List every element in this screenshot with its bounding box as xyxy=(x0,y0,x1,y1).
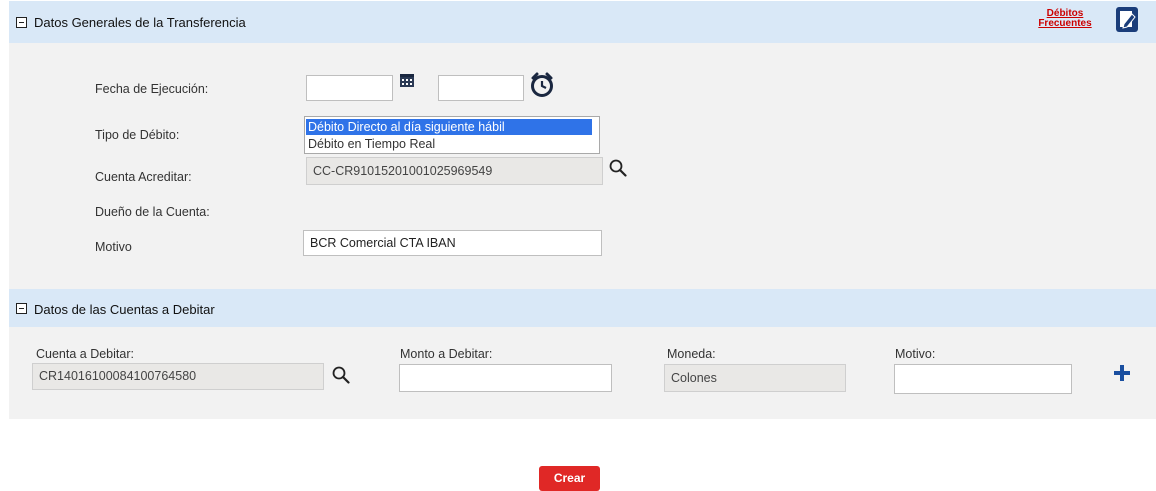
moneda-field: Colones xyxy=(664,364,846,392)
motivo-input[interactable]: BCR Comercial CTA IBAN xyxy=(303,230,602,256)
collapse-icon[interactable] xyxy=(16,17,27,28)
section-general-title: Datos Generales de la Transferencia xyxy=(34,15,246,30)
crear-button[interactable]: Crear xyxy=(539,466,600,491)
monto-debitar-input[interactable] xyxy=(399,364,612,392)
motivo-label: Motivo xyxy=(95,240,132,254)
search-icon[interactable] xyxy=(609,159,627,177)
debitos-frecuentes-line2: Frecuentes xyxy=(1038,18,1092,29)
cuenta-acreditar-label: Cuenta Acreditar: xyxy=(95,170,192,184)
cuenta-debitar-label: Cuenta a Debitar: xyxy=(36,347,134,361)
fecha-date-input[interactable] xyxy=(306,75,393,101)
fecha-time-input[interactable] xyxy=(438,75,524,101)
motivo-debitar-input[interactable] xyxy=(894,364,1072,394)
tipo-debito-option-2[interactable]: Débito en Tiempo Real xyxy=(306,136,437,152)
collapse-icon[interactable] xyxy=(16,303,27,314)
section-cuentas-title: Datos de las Cuentas a Debitar xyxy=(34,302,215,317)
moneda-label: Moneda: xyxy=(667,347,716,361)
fecha-label: Fecha de Ejecución: xyxy=(95,82,209,96)
dueno-cuenta-label: Dueño de la Cuenta: xyxy=(95,205,210,219)
cuenta-acreditar-field: CC-CR91015201001025969549 xyxy=(306,157,603,185)
monto-debitar-label: Monto a Debitar: xyxy=(400,347,493,361)
tipo-debito-label: Tipo de Débito: xyxy=(95,128,180,142)
cuenta-debitar-field: CR14016100084100764580 xyxy=(32,363,324,390)
calendar-icon[interactable] xyxy=(399,72,415,88)
add-icon[interactable] xyxy=(1113,364,1131,382)
clock-icon[interactable] xyxy=(530,72,554,98)
search-icon[interactable] xyxy=(332,366,350,384)
debitos-frecuentes-link[interactable]: Débitos Frecuentes xyxy=(1034,9,1096,29)
tipo-debito-listbox[interactable]: Débito Directo al día siguiente hábil Dé… xyxy=(304,116,600,154)
motivo-debitar-label: Motivo: xyxy=(895,347,936,361)
tipo-debito-option-1[interactable]: Débito Directo al día siguiente hábil xyxy=(306,119,592,135)
edit-note-icon[interactable] xyxy=(1116,7,1138,32)
